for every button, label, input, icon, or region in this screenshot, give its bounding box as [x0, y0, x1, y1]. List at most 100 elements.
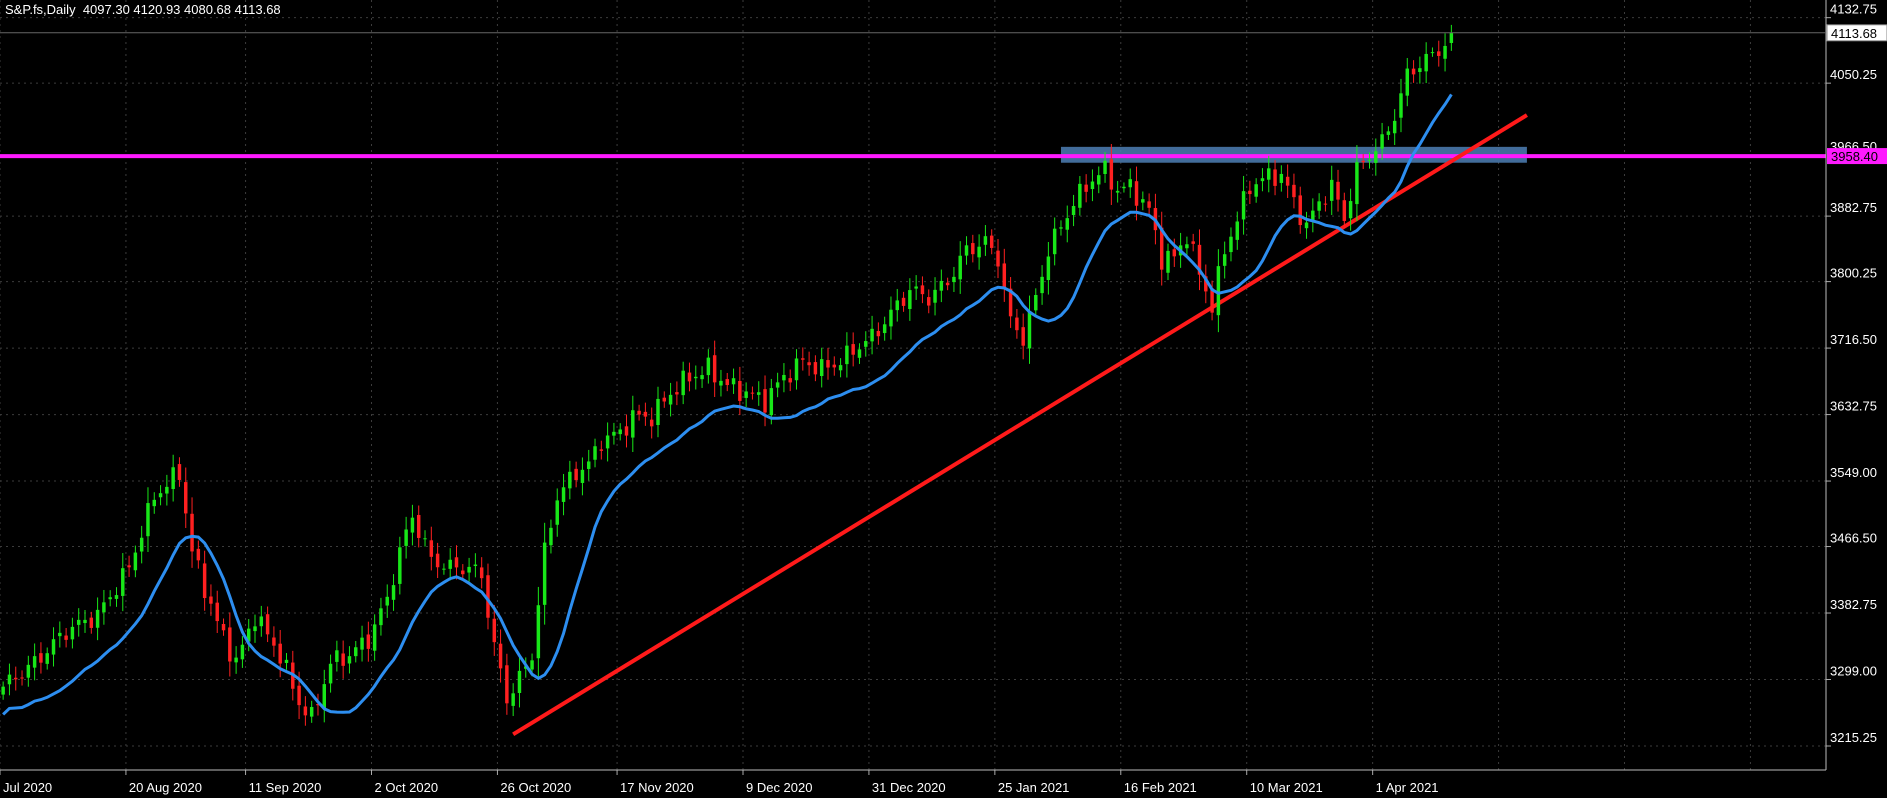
candle-body [492, 618, 497, 643]
candle-body [857, 349, 862, 358]
candle-body [1380, 134, 1384, 149]
candle-body [782, 374, 786, 381]
x-tick-label: 11 Sep 2020 [249, 780, 322, 795]
candle-body [1437, 51, 1441, 56]
candle-body [347, 656, 352, 664]
candle-body [322, 684, 327, 709]
candle-body [1109, 159, 1114, 190]
candle-body [335, 650, 339, 662]
candle-body [1216, 266, 1221, 316]
candle-body [712, 355, 717, 383]
candle-body [845, 345, 849, 365]
candle-body [133, 552, 138, 571]
candle-body [964, 245, 969, 256]
candle-body [58, 632, 62, 637]
candle-body [158, 493, 163, 498]
candle-body [1367, 159, 1372, 161]
candle-body [536, 605, 541, 659]
candle-body [202, 563, 207, 599]
candle-body [1134, 181, 1139, 206]
candle-body [901, 297, 906, 306]
candle-body [618, 429, 622, 435]
candle-body [958, 255, 962, 280]
candle-body [45, 653, 49, 664]
candle-body [1027, 310, 1032, 349]
candle-body [694, 376, 698, 379]
candle-body [876, 330, 881, 337]
candle-body [895, 300, 899, 311]
candle-body [32, 656, 37, 668]
candle-body [1128, 179, 1132, 188]
candle-body [303, 706, 308, 716]
candle-body [1304, 222, 1309, 229]
last-price-label: 4113.68 [1831, 26, 1877, 41]
y-tick-label: 4132.75 [1830, 2, 1877, 17]
candle-body [1115, 190, 1120, 193]
y-tick-label: 3466.50 [1830, 531, 1877, 546]
candle-body [309, 707, 314, 717]
candle-body [1122, 186, 1126, 189]
candle-body [479, 567, 484, 579]
candle-body [580, 469, 585, 483]
candle-body [102, 602, 106, 613]
candle-body [656, 398, 660, 426]
candle-body [372, 624, 377, 651]
candle-body [1317, 201, 1321, 211]
x-tick-label: 20 Aug 2020 [129, 780, 202, 795]
candle-body [228, 627, 232, 662]
candle-body [1260, 178, 1265, 182]
candle-body [1449, 32, 1454, 43]
candle-body [297, 685, 301, 706]
candle-body [1336, 181, 1340, 200]
candle-body [1386, 131, 1391, 135]
candle-body [284, 659, 289, 663]
candle-body [832, 364, 837, 368]
candle-body [971, 243, 975, 255]
candle-body [1065, 218, 1069, 230]
candle-body [927, 297, 931, 306]
candle-body [1034, 294, 1038, 311]
candle-body [738, 380, 742, 401]
candle-body [1241, 191, 1246, 220]
candle-body [385, 596, 389, 606]
y-tick-label: 3716.50 [1830, 332, 1877, 347]
candle-body [366, 634, 371, 649]
candle-body [1399, 93, 1403, 118]
candle-body [240, 644, 245, 660]
price-chart[interactable]: 3215.25 3299.00 3382.75 3466.50 3549.00 3632.… [0, 0, 1887, 798]
candle-body [1046, 256, 1051, 281]
candle-body [454, 557, 459, 568]
candle-body [631, 410, 635, 438]
chart-background [0, 0, 1887, 798]
candle-body [1191, 241, 1195, 244]
candle-body [945, 282, 950, 286]
candle-body [146, 503, 150, 537]
candle-body [467, 566, 471, 573]
candle-body [196, 548, 201, 561]
candle-body [1323, 203, 1328, 205]
candle-body [442, 568, 446, 570]
candle-body [1424, 53, 1428, 72]
candle-body [706, 357, 711, 376]
symbol-title: S&P.fs,Daily 4097.30 4120.93 4080.68 411… [5, 2, 281, 17]
candle-body [234, 657, 238, 663]
candle-body [1172, 249, 1177, 257]
candle-body [341, 653, 345, 666]
candle-body [64, 635, 68, 640]
candle-body [769, 388, 774, 416]
candle-body [1348, 201, 1353, 219]
candle-body [1097, 175, 1101, 185]
y-tick-label: 4050.25 [1830, 67, 1877, 82]
candle-body [549, 527, 553, 546]
candle-body [989, 235, 994, 248]
candle-body [1355, 162, 1359, 205]
candle-body [983, 236, 988, 245]
candle-body [750, 392, 755, 394]
x-tick-label: 17 Nov 2020 [620, 780, 694, 795]
candle-body [725, 379, 729, 386]
candle-body [1071, 205, 1076, 216]
candle-body [593, 446, 597, 460]
y-tick-label: 3800.25 [1830, 266, 1877, 281]
candle-body [127, 565, 131, 568]
candle-body [190, 513, 194, 552]
